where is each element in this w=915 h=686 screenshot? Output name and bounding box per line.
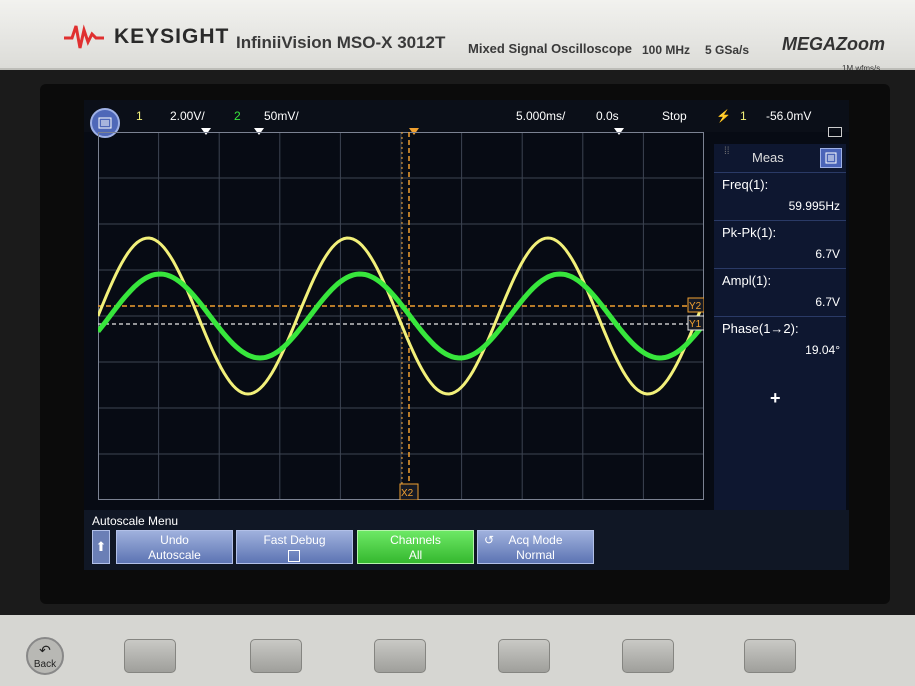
brand: KEYSIGHT xyxy=(62,22,229,52)
softkey-sublabel: Autoscale xyxy=(148,548,201,562)
back-button[interactable]: ↶ Back xyxy=(26,637,64,675)
back-label: Back xyxy=(33,659,57,670)
menu-icon xyxy=(98,117,112,129)
measurement-phase[interactable]: Phase(1→2): 19.04° xyxy=(714,316,846,364)
front-panel: ↶ Back xyxy=(0,615,915,686)
model-description: Mixed Signal Oscilloscope xyxy=(468,41,632,56)
add-measurement-button[interactable]: + xyxy=(770,388,781,409)
softkey-label: Undo xyxy=(160,533,189,547)
measurement-pkpk[interactable]: Pk-Pk(1): 6.7V xyxy=(714,220,846,268)
instrument-header: KEYSIGHT InfiniiVision MSO-X 3012T Mixed… xyxy=(0,0,915,73)
keysight-logo xyxy=(64,24,104,49)
measurement-name: Ampl(1): xyxy=(722,273,772,288)
x2-label: X2 xyxy=(401,488,414,499)
checkbox-icon xyxy=(288,550,300,562)
measurement-name: Freq(1): xyxy=(722,177,769,192)
y2-label: Y2 xyxy=(689,301,702,312)
softkey-button-4[interactable] xyxy=(498,639,550,673)
bandwidth-label: 100 MHz xyxy=(642,43,691,57)
ch1-number[interactable]: 1 xyxy=(136,109,143,123)
ch1-scale[interactable]: 2.00V/ xyxy=(170,109,205,123)
softkey-button-2[interactable] xyxy=(250,639,302,673)
softkey-sublabel: Normal xyxy=(516,548,555,562)
softkey-acq-mode[interactable]: ↺ Acq Mode Normal xyxy=(477,530,594,564)
sample-rate-label: 5 GSa/s xyxy=(705,43,750,57)
trigger-source[interactable]: 1 xyxy=(740,109,747,123)
measurement-value: 6.7V xyxy=(815,247,840,261)
softkey-button-1[interactable] xyxy=(124,639,176,673)
waveform-graticule: 2 1 T Y2 Y1 X2 xyxy=(98,132,704,500)
status-bar: 1 2.00V/ 2 50mV/ 5.000ms/ 0.0s Stop ⚡ 1 … xyxy=(84,100,849,138)
scope-display: 1 2.00V/ 2 50mV/ 5.000ms/ 0.0s Stop ⚡ 1 … xyxy=(84,100,849,570)
measurements-panel: ⁞⁞ Meas Freq(1): 59.995Hz Pk-Pk(1): 6.7V… xyxy=(714,144,846,512)
softkey-button-6[interactable] xyxy=(744,639,796,673)
softkey-button-5[interactable] xyxy=(622,639,674,673)
timebase-scale[interactable]: 5.000ms/ xyxy=(516,109,565,123)
menu-title: Autoscale Menu xyxy=(92,514,179,528)
softkey-sublabel: All xyxy=(408,548,423,562)
softkey-button-3[interactable] xyxy=(374,639,426,673)
list-icon xyxy=(825,152,837,164)
measurement-value: 59.995Hz xyxy=(788,199,840,213)
megazoom-logo: MEGAZoom xyxy=(782,34,885,54)
horizontal-delay[interactable]: 0.0s xyxy=(596,109,619,123)
measurements-menu-button[interactable] xyxy=(820,148,842,168)
softkey-undo-autoscale[interactable]: Undo Autoscale xyxy=(116,530,233,564)
softkey-label: Channels xyxy=(390,533,441,547)
measurement-freq[interactable]: Freq(1): 59.995Hz xyxy=(714,172,846,220)
softkey-channels[interactable]: Channels All xyxy=(357,530,474,564)
back-arrow-icon: ↶ xyxy=(39,642,51,658)
brand-name: KEYSIGHT xyxy=(114,25,230,48)
grip-icon: ⁞⁞ xyxy=(724,146,730,157)
softkey-fast-debug[interactable]: Fast Debug xyxy=(236,530,353,564)
trigger-level[interactable]: -56.0mV xyxy=(766,109,811,123)
acquisition-indicator xyxy=(828,127,842,137)
measurement-ampl[interactable]: Ampl(1): 6.7V xyxy=(714,268,846,316)
run-state[interactable]: Stop xyxy=(662,109,687,123)
measurement-name: Phase(1→2): xyxy=(722,321,799,336)
ch2-number[interactable]: 2 xyxy=(234,109,241,123)
softkey-label: Acq Mode xyxy=(508,533,563,547)
measurements-title: Meas xyxy=(752,150,784,165)
y1-label: Y1 xyxy=(689,319,702,330)
model-name: InfiniiVision MSO-X 3012T xyxy=(236,33,446,52)
measurement-value: 19.04° xyxy=(805,343,840,357)
softkey-label: Fast Debug xyxy=(263,533,326,547)
measurement-name: Pk-Pk(1): xyxy=(722,225,777,240)
softkey-menu: Autoscale Menu ⬆ Undo Autoscale Fast Deb… xyxy=(84,510,849,570)
trigger-edge-icon: ⚡ xyxy=(716,109,731,123)
measurement-value: 6.7V xyxy=(815,295,840,309)
ch2-scale[interactable]: 50mV/ xyxy=(264,109,299,123)
menu-up-button[interactable]: ⬆ xyxy=(92,530,110,564)
measurements-header: ⁞⁞ Meas xyxy=(714,144,846,172)
